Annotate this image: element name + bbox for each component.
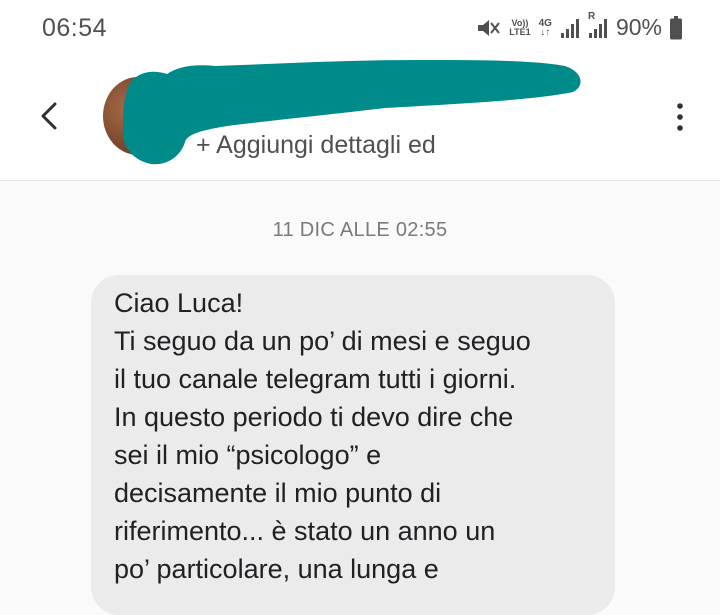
message-line: riferimento... è stato un anno un [114,516,496,546]
volte-label-bottom: LTE1 [509,26,531,37]
status-icons: Vo)) LTE1 4G ↓↑ R 90% [475,11,682,41]
conversation-header: + Aggiungi dettagli ed [0,56,720,181]
back-button[interactable] [34,94,68,138]
message-line: sei il mio “psicologo” e [114,440,382,470]
message-line: po’ particolare, una lunga e [114,554,439,584]
add-details-link[interactable]: + Aggiungi dettagli ed [196,131,436,160]
network-4g-icon: 4G ↓↑ [539,18,552,38]
roaming-label: R [587,10,596,22]
battery-percent: 90% [615,14,662,40]
message-line: In questo periodo ti devo dire che [114,402,514,432]
signal-roaming-icon: R [588,11,608,39]
message-line: Ti seguo da un po’ di mesi e seguo [114,326,531,356]
message-line: Ciao Luca! [114,288,244,318]
vibrate-icon [475,16,501,40]
status-bar: 06:54 Vo)) LTE1 4G ↓↑ R 90% [0,0,720,56]
more-vertical-icon [677,103,683,131]
more-options-button[interactable] [668,100,692,134]
message-line: decisamente il mio punto di [114,478,442,508]
chevron-left-icon [41,102,57,130]
signal-icon [560,17,580,39]
battery-icon [670,15,682,40]
message-line: il tuo canale telegram tutti i giorni. [114,364,517,394]
network-arrows: ↓↑ [540,26,551,38]
volte-icon: Vo)) LTE1 [509,18,531,37]
date-separator: 11 DIC ALLE 02:55 [272,219,448,241]
status-time: 06:54 [42,14,108,42]
